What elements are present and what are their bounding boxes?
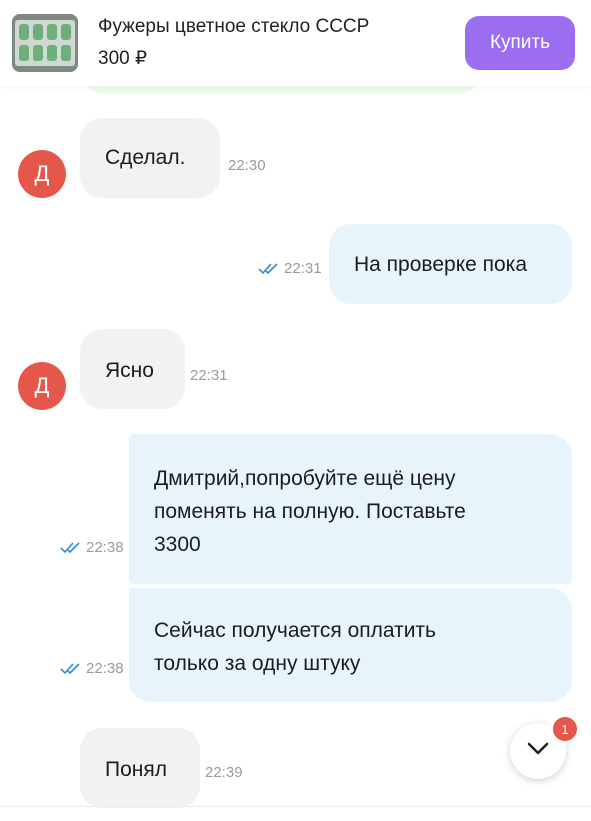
message-text: На проверке пока <box>354 253 528 276</box>
listing-price: 300 ₽ <box>98 48 148 69</box>
message-bubble[interactable]: Сделал. <box>80 118 220 198</box>
double-check-icon <box>60 662 82 675</box>
message-time: 22:38 <box>86 539 124 556</box>
buy-button[interactable]: Купить <box>465 16 575 70</box>
listing-header: Фужеры цветное стекло СССР 300 ₽ Купить <box>0 0 591 86</box>
avatar[interactable]: Д <box>18 362 66 410</box>
double-check-icon <box>60 541 82 554</box>
message-status: 22:31 <box>258 260 322 277</box>
message-bubble[interactable]: На проверке пока <box>329 224 572 304</box>
chevron-down-icon <box>527 742 549 761</box>
message-time: 22:38 <box>86 660 124 677</box>
message-text: Сейчас получается оплатить только за одн… <box>154 619 436 675</box>
message-text: Понял <box>105 758 167 781</box>
product-thumbnail[interactable] <box>12 14 78 72</box>
message-bubble[interactable]: Ясно <box>80 329 185 409</box>
message-text: Дмитрий,попробуйте ещё цену поменять на … <box>154 467 466 556</box>
message-bubble[interactable]: Понял <box>80 728 200 808</box>
message-time: 22:31 <box>190 367 228 384</box>
message-bubble[interactable]: Сейчас получается оплатить только за одн… <box>129 588 572 702</box>
message-text: Ясно <box>105 359 154 382</box>
divider <box>0 806 591 807</box>
listing-title[interactable]: Фужеры цветное стекло СССР <box>98 16 369 38</box>
avatar[interactable]: Д <box>18 150 66 198</box>
message-bubble[interactable]: Дмитрий,попробуйте ещё цену поменять на … <box>129 434 572 584</box>
message-status: 22:38 <box>60 660 124 677</box>
double-check-icon <box>258 262 280 275</box>
message-status: 22:38 <box>60 539 124 556</box>
unread-badge: 1 <box>551 715 579 743</box>
message-time: 22:30 <box>228 157 266 174</box>
message-text: Сделал. <box>105 146 186 169</box>
message-time: 22:31 <box>284 260 322 277</box>
message-time: 22:39 <box>205 764 243 781</box>
